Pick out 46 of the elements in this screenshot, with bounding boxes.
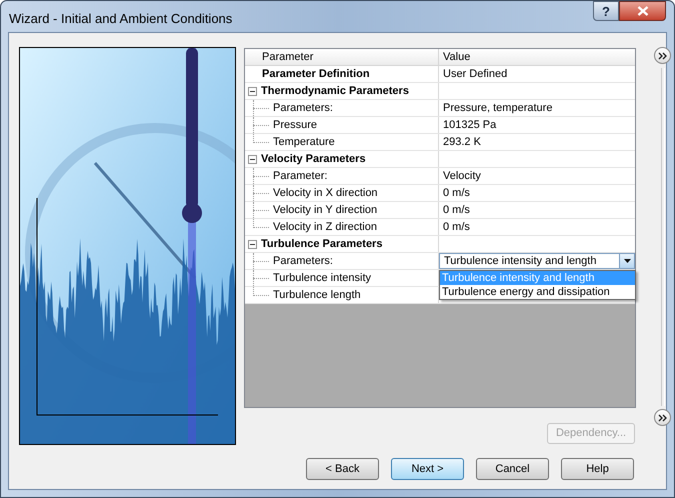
minus-icon [250,156,255,162]
dialog-button[interactable]: Help [561,458,634,480]
help-button[interactable]: ? [593,1,619,21]
group-label: Velocity Parameters [261,152,366,167]
property-value: 293.2 K [442,134,481,150]
dialog-button[interactable]: < Back [306,458,379,480]
property-label: Parameters: [273,100,333,116]
window-title: Wizard - Initial and Ambient Conditions [9,10,232,28]
property-label: Turbulence intensity [273,270,372,286]
property-value: Velocity [442,168,481,184]
collapse-toggle[interactable] [248,240,257,248]
property-label: Parameter Definition [261,66,370,82]
close-button[interactable] [619,1,666,21]
minus-icon [250,242,255,246]
dropdown-option[interactable]: Turbulence energy and dissipation [440,285,635,299]
property-label: Parameter: [273,168,328,184]
property-value: 0 m/s [442,186,470,201]
property-label: Pressure [273,118,318,133]
property-value: 0 m/s [442,220,470,235]
property-label: Velocity in Z direction [273,220,377,235]
collapse-panel-button[interactable] [654,47,671,64]
column-header[interactable]: Parameter [245,49,439,65]
property-value: 0 m/s [442,202,470,218]
close-icon [636,6,648,16]
collapse-panel-button[interactable] [654,409,671,426]
property-label: Velocity in Y direction [273,202,378,218]
caret-icon [624,259,630,263]
property-value: User Defined [442,66,508,82]
dialog-button[interactable]: Next > [391,458,464,480]
dropdown-field[interactable]: Turbulence intensity and length [439,253,635,269]
double-chevron-icon [658,52,667,60]
property-label: Velocity in X direction [273,186,378,201]
double-chevron-icon [658,414,667,422]
property-label: Turbulence length [273,288,361,303]
group-label: Turbulence Parameters [261,236,382,252]
property-value: Pressure, temperature [442,100,552,116]
collapse-toggle[interactable] [248,86,257,96]
collapse-toggle[interactable] [248,154,257,164]
dialog-button[interactable]: Cancel [476,458,549,480]
group-label: Thermodynamic Parameters [261,84,409,99]
minus-icon [250,88,255,94]
property-label: Temperature [273,134,335,150]
property-value: 101325 Pa [442,118,496,133]
dropdown-arrow-button[interactable] [619,254,634,268]
column-header[interactable]: Value [439,49,635,65]
property-label: Parameters: [273,254,333,269]
